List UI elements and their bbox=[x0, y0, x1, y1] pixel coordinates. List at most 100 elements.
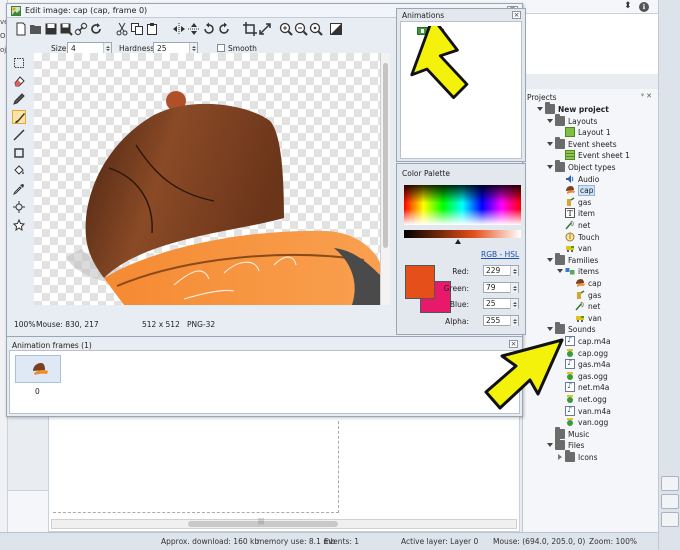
red-spinner[interactable] bbox=[510, 266, 518, 276]
left-panel bbox=[8, 490, 48, 532]
status-bar: Approx. download: 160 kb memory use: 8.1… bbox=[0, 532, 658, 550]
side-button[interactable] bbox=[661, 494, 679, 509]
tree-item-label: gas bbox=[588, 290, 602, 300]
expand-arrow-icon[interactable] bbox=[547, 165, 553, 169]
rotate-right-icon[interactable] bbox=[217, 22, 231, 36]
animations-header: Animations bbox=[402, 11, 445, 20]
image-canvas[interactable] bbox=[34, 53, 380, 305]
scroll-thumb[interactable]: ||| bbox=[188, 518, 338, 527]
canvas-vertical-scrollbar[interactable] bbox=[380, 53, 390, 305]
layout-horizontal-scrollbar[interactable]: ||| bbox=[51, 518, 517, 529]
tree-item-label: Music bbox=[568, 429, 590, 439]
fill-bucket-icon[interactable] bbox=[12, 164, 26, 178]
crop-icon[interactable] bbox=[243, 22, 257, 36]
red-label: Red: bbox=[452, 267, 469, 276]
color-spectrum[interactable] bbox=[404, 185, 521, 225]
tree-item-label: gas bbox=[578, 197, 592, 207]
tree-item-label: gas.m4a bbox=[578, 360, 611, 370]
expand-arrow-icon[interactable] bbox=[547, 118, 553, 123]
red-value: 229 bbox=[486, 266, 501, 275]
tree-item-label: Event sheet 1 bbox=[578, 151, 630, 161]
resize-icon[interactable] bbox=[258, 22, 272, 36]
size-value: 4 bbox=[71, 44, 76, 53]
pencil-icon[interactable] bbox=[12, 92, 26, 106]
image-settings-icon[interactable] bbox=[329, 22, 343, 36]
edit-window-title: Edit image: cap (cap, frame 0) bbox=[25, 6, 148, 15]
rectangle-icon[interactable] bbox=[12, 146, 26, 160]
image-points-icon[interactable] bbox=[12, 218, 26, 232]
paste-icon[interactable] bbox=[145, 22, 159, 36]
new-file-icon[interactable] bbox=[14, 22, 28, 36]
selection-icon[interactable] bbox=[12, 56, 26, 70]
hardness-spinner[interactable] bbox=[189, 43, 197, 53]
color-palette-panel: Color Palette RGB - HSL Red: 229 Green: … bbox=[396, 163, 526, 335]
tree-item-label: van bbox=[588, 313, 602, 323]
alpha-spinner[interactable] bbox=[510, 316, 518, 326]
expand-arrow-icon[interactable] bbox=[557, 269, 563, 274]
eraser-icon[interactable] bbox=[12, 74, 26, 88]
hardness-value: 25 bbox=[157, 44, 167, 53]
scroll-thumb[interactable] bbox=[383, 63, 388, 248]
smooth-checkbox[interactable] bbox=[217, 44, 225, 52]
alpha-field[interactable]: 255 bbox=[483, 315, 519, 326]
tree-item-label: van.m4a bbox=[578, 406, 611, 416]
shade-slider-marker[interactable] bbox=[455, 239, 461, 244]
green-label: Green: bbox=[443, 284, 469, 293]
side-button[interactable] bbox=[661, 512, 679, 527]
copy-icon[interactable] bbox=[130, 22, 144, 36]
save-as-icon[interactable] bbox=[59, 22, 73, 36]
layout-view[interactable]: ||| bbox=[48, 416, 520, 532]
collapse-arrow-icon[interactable] bbox=[558, 454, 562, 460]
projects-header: Projects bbox=[527, 93, 557, 102]
frame-thumbnail[interactable] bbox=[15, 355, 61, 383]
expand-arrow-icon[interactable] bbox=[537, 107, 543, 111]
expand-arrow-icon[interactable] bbox=[547, 141, 553, 146]
updown-icon[interactable]: ⬍ bbox=[624, 1, 632, 11]
line-icon[interactable] bbox=[12, 128, 26, 142]
expand-arrow-icon[interactable] bbox=[547, 257, 553, 262]
save-icon[interactable] bbox=[44, 22, 58, 36]
size-spinner[interactable] bbox=[103, 43, 111, 53]
net-icon bbox=[565, 220, 574, 230]
expand-arrow-icon[interactable] bbox=[547, 443, 553, 448]
link-icon[interactable] bbox=[74, 22, 88, 36]
blue-field[interactable]: 25 bbox=[483, 298, 519, 309]
rotate-left-icon[interactable] bbox=[202, 22, 216, 36]
hotspot-icon[interactable] bbox=[12, 200, 26, 214]
zoom-reset-icon[interactable] bbox=[309, 22, 323, 36]
flip-vertical-icon[interactable] bbox=[187, 22, 201, 36]
side-button[interactable] bbox=[661, 476, 679, 491]
expand-arrow-icon[interactable] bbox=[547, 327, 553, 332]
green-value: 79 bbox=[486, 283, 496, 292]
brush-icon[interactable] bbox=[12, 110, 26, 124]
tree-item-label: Sounds bbox=[568, 325, 596, 335]
zoom-out-icon[interactable] bbox=[294, 22, 308, 36]
tree-item-label: items bbox=[578, 267, 599, 277]
shade-slider[interactable] bbox=[404, 230, 521, 238]
blue-spinner[interactable] bbox=[510, 299, 518, 309]
cap-thumbnail-icon bbox=[33, 363, 48, 375]
projects-header-buttons[interactable]: ᵠ ✕ bbox=[641, 92, 652, 100]
rgb-hsl-toggle[interactable]: RGB - HSL bbox=[481, 250, 519, 259]
van-icon bbox=[566, 246, 574, 253]
open-folder-icon[interactable] bbox=[29, 22, 43, 36]
tree-item-label: cap.m4a bbox=[578, 337, 611, 346]
zoom-in-icon[interactable] bbox=[279, 22, 293, 36]
folder-icon bbox=[555, 438, 565, 451]
refresh-icon[interactable] bbox=[89, 22, 103, 36]
color-palette-header: Color Palette bbox=[402, 169, 450, 178]
event-sheet-icon bbox=[565, 150, 575, 161]
animation-frames-panel: Animation frames (1) × 0 bbox=[6, 336, 523, 417]
canvas-format: PNG-32 bbox=[187, 320, 216, 329]
folder-icon bbox=[555, 136, 565, 149]
ribbon-area bbox=[520, 14, 658, 74]
color-picker-icon[interactable] bbox=[12, 182, 26, 196]
flip-horizontal-icon[interactable] bbox=[172, 22, 186, 36]
cut-icon[interactable] bbox=[115, 22, 129, 36]
panel-close-icon[interactable]: × bbox=[512, 11, 521, 19]
green-field[interactable]: 79 bbox=[483, 282, 519, 293]
green-spinner[interactable] bbox=[510, 283, 518, 293]
primary-color-swatch[interactable] bbox=[405, 265, 435, 299]
red-field[interactable]: 229 bbox=[483, 265, 519, 276]
info-icon[interactable]: ℹ bbox=[639, 2, 649, 12]
